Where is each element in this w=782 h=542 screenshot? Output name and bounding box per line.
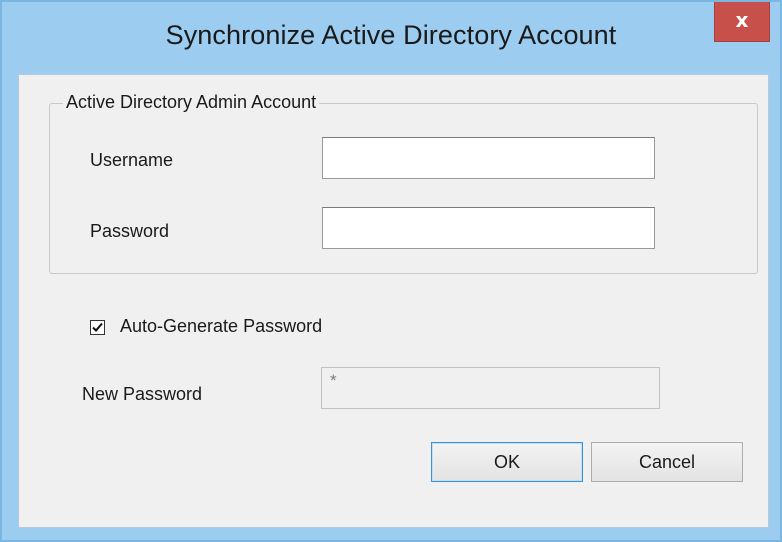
cancel-button-label: Cancel <box>638 452 696 472</box>
title-bar[interactable]: Synchronize Active Directory Account x <box>2 2 780 74</box>
checkmark-icon <box>92 322 103 332</box>
dialog-window: Synchronize Active Directory Account x A… <box>0 0 782 542</box>
admin-account-groupbox: Active Directory Admin Account Username … <box>49 92 758 274</box>
ok-button[interactable]: OK <box>431 442 583 482</box>
auto-generate-checkbox[interactable] <box>90 320 105 335</box>
dialog-body: Active Directory Admin Account Username … <box>18 74 769 528</box>
close-icon: x <box>735 8 749 32</box>
close-button[interactable]: x <box>714 2 770 42</box>
username-label: Username <box>90 150 174 170</box>
ok-button-label: OK <box>493 452 520 472</box>
auto-generate-label[interactable]: Auto-Generate Password <box>120 316 322 337</box>
username-input[interactable] <box>322 137 655 179</box>
password-input[interactable] <box>322 207 655 249</box>
cancel-button[interactable]: Cancel <box>591 442 743 482</box>
new-password-label: New Password <box>82 384 203 404</box>
window-title: Synchronize Active Directory Account <box>165 20 617 50</box>
groupbox-legend: Active Directory Admin Account <box>63 92 320 113</box>
new-password-field: * <box>321 367 660 409</box>
password-label: Password <box>90 221 170 241</box>
